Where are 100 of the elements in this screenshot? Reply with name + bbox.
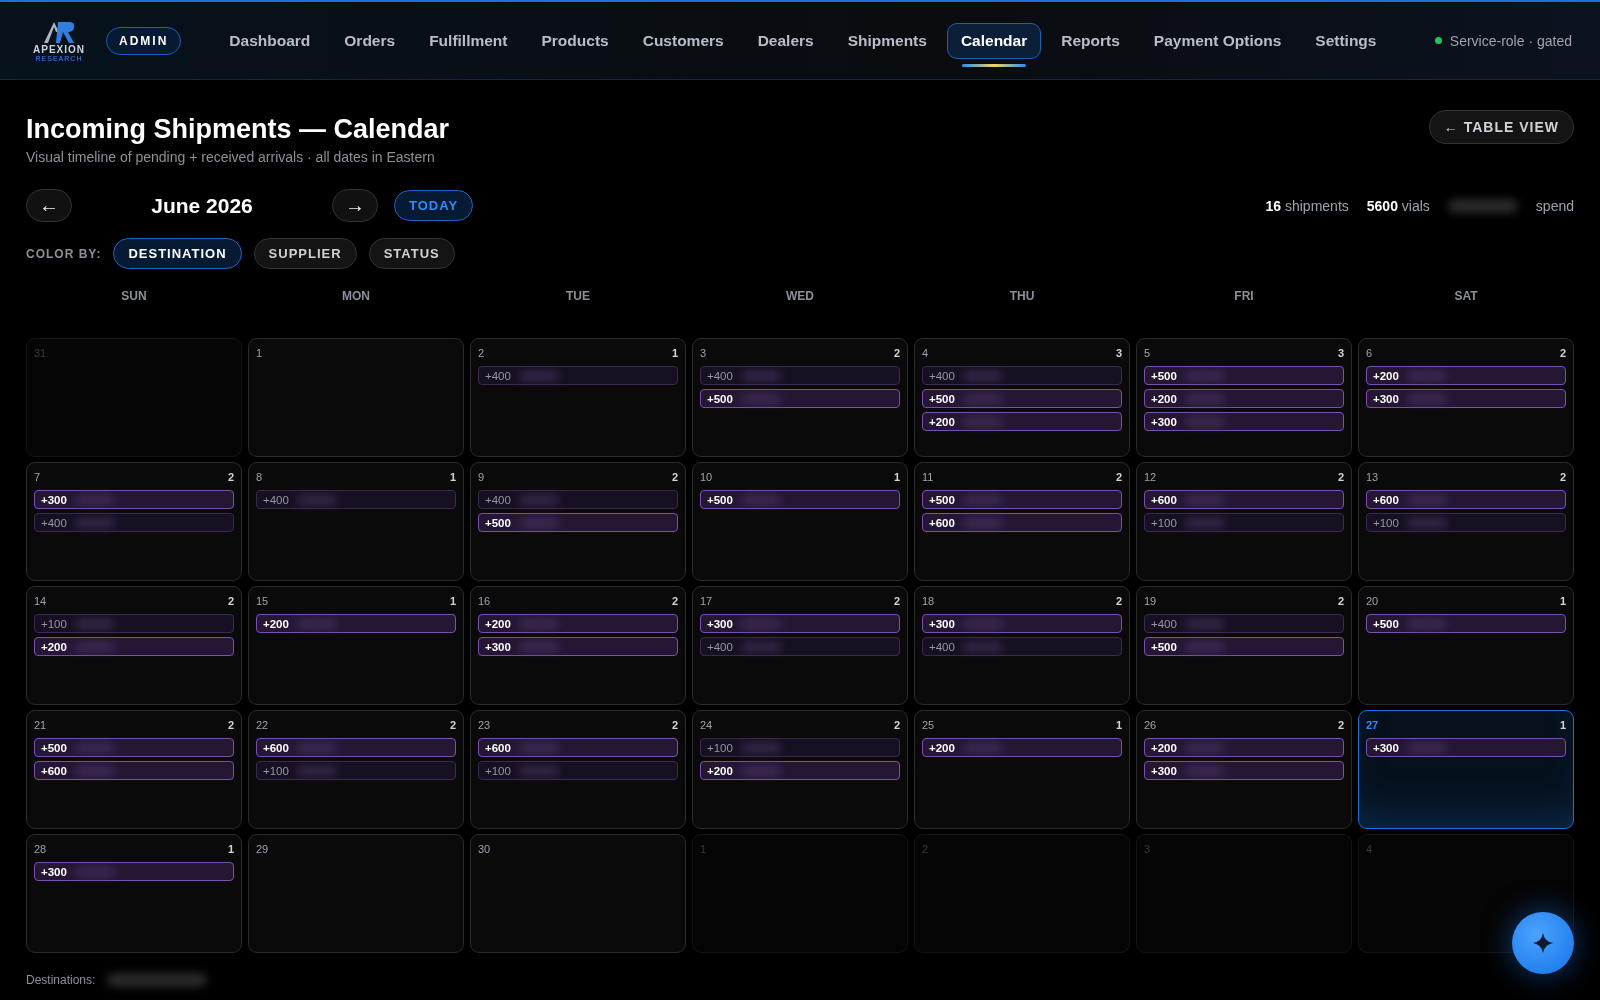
day-cell[interactable]: 7 2 +300 +400 (26, 462, 242, 581)
day-cell[interactable]: 20 1 +500 (1358, 586, 1574, 705)
previous-month-button[interactable]: ← (26, 189, 72, 222)
shipment-chip[interactable]: +100 (1144, 513, 1344, 532)
day-number: 16 (478, 595, 491, 607)
day-cell[interactable]: 2 1 +400 (470, 338, 686, 457)
shipment-chip[interactable]: +300 (1144, 412, 1344, 431)
shipment-chip[interactable]: +200 (1144, 389, 1344, 408)
shipment-chip[interactable]: +200 (478, 614, 678, 633)
day-cell[interactable]: 6 2 +200 +300 (1358, 338, 1574, 457)
shipment-chip[interactable]: +300 (34, 862, 234, 881)
shipment-chip[interactable]: +100 (700, 738, 900, 757)
table-view-button[interactable]: ← TABLE VIEW (1428, 110, 1574, 144)
shipment-chip[interactable]: +100 (34, 614, 234, 633)
nav-tab[interactable]: Shipments (833, 22, 941, 59)
shipment-chip[interactable]: +200 (700, 761, 900, 780)
color-by-option[interactable]: DESTINATION (113, 238, 242, 269)
day-cell[interactable]: 12 2 +600 +100 (1136, 462, 1352, 581)
nav-tab[interactable]: Dashboard (215, 22, 325, 59)
day-cell[interactable]: 22 2 +600 +100 (248, 710, 464, 829)
day-cell[interactable]: 14 2 +100 +200 (26, 586, 242, 705)
day-cell[interactable]: 11 2 +500 +600 (914, 462, 1130, 581)
shipment-chip[interactable]: +100 (1366, 513, 1566, 532)
day-cell[interactable]: 1 (248, 338, 464, 457)
nav-tab[interactable]: Dealers (743, 22, 828, 59)
day-cell[interactable]: 21 2 +500 +600 (26, 710, 242, 829)
nav-tab[interactable]: Customers (628, 22, 738, 59)
nav-tab[interactable]: Reports (1047, 22, 1134, 59)
next-month-button[interactable]: → (332, 189, 378, 222)
shipment-chip[interactable]: +400 (34, 513, 234, 532)
day-cell[interactable]: 8 1 +400 (248, 462, 464, 581)
shipment-chip[interactable]: +200 (34, 637, 234, 656)
day-cell[interactable]: 29 (248, 834, 464, 953)
shipment-chip[interactable]: +500 (1144, 637, 1344, 656)
shipment-chip[interactable]: +300 (478, 637, 678, 656)
shipment-chip[interactable]: +200 (922, 412, 1122, 431)
nav-tab[interactable]: Products (527, 22, 623, 59)
shipment-chip[interactable]: +600 (478, 738, 678, 757)
day-cell[interactable]: 5 3 +500 +200 +300 (1136, 338, 1352, 457)
day-cell[interactable]: 30 (470, 834, 686, 953)
day-cell[interactable]: 3 2 +400 +500 (692, 338, 908, 457)
shipment-chip[interactable]: +600 (1366, 490, 1566, 509)
shipment-chip[interactable]: +400 (922, 637, 1122, 656)
shipment-chip[interactable]: +300 (1366, 738, 1566, 757)
shipment-chip[interactable]: +400 (1144, 614, 1344, 633)
shipment-chip[interactable]: +500 (34, 738, 234, 757)
shipment-chip[interactable]: +500 (1144, 366, 1344, 385)
day-cell[interactable]: 24 2 +100 +200 (692, 710, 908, 829)
shipment-chip[interactable]: +100 (256, 761, 456, 780)
day-cell[interactable]: 13 2 +600 +100 (1358, 462, 1574, 581)
shipment-chip[interactable]: +600 (922, 513, 1122, 532)
shipment-chip[interactable]: +400 (700, 637, 900, 656)
shipment-chip[interactable]: +300 (1366, 389, 1566, 408)
shipment-chip[interactable]: +600 (34, 761, 234, 780)
assistant-button[interactable] (1512, 912, 1574, 974)
day-cell[interactable]: 16 2 +200 +300 (470, 586, 686, 705)
shipment-chip[interactable]: +200 (1144, 738, 1344, 757)
day-cell[interactable]: 26 2 +200 +300 (1136, 710, 1352, 829)
day-cell[interactable]: 23 2 +600 +100 (470, 710, 686, 829)
shipment-chip[interactable]: +500 (1366, 614, 1566, 633)
shipment-chip[interactable]: +500 (700, 490, 900, 509)
day-cell[interactable]: 28 1 +300 (26, 834, 242, 953)
shipment-chip[interactable]: +200 (256, 614, 456, 633)
shipment-chip[interactable]: +400 (478, 366, 678, 385)
shipment-chip[interactable]: +500 (478, 513, 678, 532)
nav-tab[interactable]: Payment Options (1139, 22, 1296, 59)
day-cell[interactable]: 27 1 +300 (1358, 710, 1574, 829)
logo-icon (42, 19, 76, 44)
day-cell[interactable]: 17 2 +300 +400 (692, 586, 908, 705)
shipment-chip[interactable]: +400 (922, 366, 1122, 385)
shipment-chip[interactable]: +600 (1144, 490, 1344, 509)
shipment-chip[interactable]: +600 (256, 738, 456, 757)
shipment-chip[interactable]: +200 (922, 738, 1122, 757)
shipment-chip[interactable]: +300 (700, 614, 900, 633)
shipment-chip[interactable]: +400 (256, 490, 456, 509)
day-cell[interactable]: 18 2 +300 +400 (914, 586, 1130, 705)
nav-tab[interactable]: Settings (1301, 22, 1391, 59)
shipment-chip[interactable]: +300 (1144, 761, 1344, 780)
day-cell[interactable]: 10 1 +500 (692, 462, 908, 581)
shipment-chip[interactable]: +400 (478, 490, 678, 509)
day-cell[interactable]: 15 1 +200 (248, 586, 464, 705)
shipment-chip[interactable]: +300 (34, 490, 234, 509)
today-button[interactable]: TODAY (394, 190, 474, 221)
color-by-option[interactable]: SUPPLIER (253, 238, 357, 269)
nav-tab[interactable]: Orders (330, 22, 410, 59)
shipment-count: 1 (449, 595, 456, 607)
day-cell[interactable]: 9 2 +400 +500 (470, 462, 686, 581)
shipment-chip[interactable]: +500 (922, 490, 1122, 509)
day-cell[interactable]: 4 3 +400 +500 +200 (914, 338, 1130, 457)
day-cell[interactable]: 25 1 +200 (914, 710, 1130, 829)
shipment-chip[interactable]: +400 (700, 366, 900, 385)
shipment-chip[interactable]: +100 (478, 761, 678, 780)
shipment-chip[interactable]: +500 (700, 389, 900, 408)
color-by-option[interactable]: STATUS (368, 238, 455, 269)
shipment-chip[interactable]: +500 (922, 389, 1122, 408)
shipment-chip[interactable]: +200 (1366, 366, 1566, 385)
shipment-chip[interactable]: +300 (922, 614, 1122, 633)
nav-tab[interactable]: Fulfillment (415, 22, 522, 59)
day-cell[interactable]: 19 2 +400 +500 (1136, 586, 1352, 705)
shipment-count: 1 (1115, 719, 1122, 731)
